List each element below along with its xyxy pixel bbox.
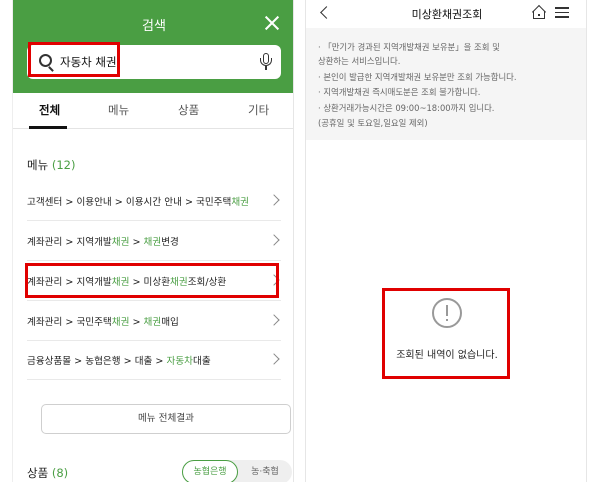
chevron-right-icon bbox=[268, 314, 280, 326]
menu-result-item[interactable]: 금융상품몰 > 농협은행 > 대출 > 자동차대출 bbox=[27, 340, 281, 380]
keyword-highlight: 채권 bbox=[111, 237, 130, 248]
search-header-title: 검색 bbox=[142, 19, 166, 34]
highlight-box-search bbox=[28, 42, 120, 77]
menu-section-label: 메뉴 bbox=[27, 158, 49, 172]
keyword-highlight: 채권 bbox=[231, 197, 249, 208]
menu-path-text: 고객센터 > 이용안내 > 이용시간 안내 > 국민주택 bbox=[27, 197, 232, 208]
toggle-nonghyup-bank[interactable]: 농협은행 bbox=[182, 460, 238, 482]
menu-path-text: 변경 bbox=[161, 237, 179, 248]
menu-all-results-button[interactable]: 메뉴 전체결과 bbox=[41, 404, 291, 434]
menu-path-text: > bbox=[129, 317, 144, 328]
menu-result-item[interactable]: 고객센터 > 이용안내 > 이용시간 안내 > 국민주택채권 bbox=[27, 181, 281, 221]
tab-menu[interactable]: 메뉴 bbox=[108, 102, 129, 118]
highlight-box-menu-item bbox=[25, 263, 279, 298]
menu-section-heading: 메뉴 (12) bbox=[27, 157, 75, 173]
notice-line: · 지역개발채권 즉시매도분은 조회 불가합니다. bbox=[318, 87, 481, 97]
menu-result-text: 계좌관리 > 국민주택채권 > 채권매입 bbox=[27, 314, 179, 328]
keyword-highlight: 채권 bbox=[143, 317, 162, 328]
notice-line: 상환하는 서비스입니다. bbox=[318, 56, 401, 66]
notice-line: (공휴일 및 토요일,일요일 제외) bbox=[318, 118, 428, 128]
menu-result-text: 금융상품몰 > 농협은행 > 대출 > 자동차대출 bbox=[27, 353, 211, 367]
menu-path-text: 대출 bbox=[193, 356, 211, 367]
toggle-nonghyup-local[interactable]: 농·축협 bbox=[240, 460, 290, 482]
menu-result-item[interactable]: 계좌관리 > 지역개발채권 > 채권변경 bbox=[27, 221, 281, 261]
search-tabs: 전체 메뉴 상품 기타 bbox=[13, 93, 293, 129]
notice-line: · 「만기가 경과된 지역개발채권 보유분」을 조회 및 bbox=[318, 42, 500, 52]
keyword-highlight: 채권 bbox=[111, 317, 130, 328]
menu-path-text: 매입 bbox=[161, 317, 179, 328]
active-tab-indicator bbox=[29, 126, 67, 129]
notice-box: · 「만기가 경과된 지역개발채권 보유분」을 조회 및 상환하는 서비스입니다… bbox=[306, 28, 586, 140]
bank-toggle: 농협은행 농·축협 bbox=[182, 460, 292, 482]
menu-path-text: 금융상품몰 > 농협은행 > 대출 > bbox=[27, 356, 167, 367]
product-section-count: (8) bbox=[51, 466, 69, 480]
notice-line: · 본인이 발급한 지역개발채권 보유분만 조회 가능합니다. bbox=[318, 72, 517, 82]
keyword-highlight: 채권 bbox=[143, 237, 162, 248]
menu-result-text: 계좌관리 > 지역개발채권 > 채권변경 bbox=[27, 234, 179, 248]
chevron-right-icon bbox=[268, 234, 280, 246]
close-icon[interactable] bbox=[264, 15, 280, 31]
menu-section-count: (12) bbox=[51, 158, 76, 172]
keyword-highlight: 자동차 bbox=[166, 356, 193, 367]
product-section-heading: 상품 (8) bbox=[27, 465, 68, 481]
product-section-label: 상품 bbox=[27, 466, 49, 480]
menu-result-item[interactable]: 계좌관리 > 국민주택채권 > 채권매입 bbox=[27, 301, 281, 341]
menu-path-text: 계좌관리 > 지역개발 bbox=[27, 237, 112, 248]
menu-path-text: > bbox=[129, 237, 144, 248]
microphone-icon[interactable] bbox=[260, 53, 272, 71]
hamburger-menu-icon[interactable] bbox=[555, 7, 569, 18]
page-header: 미상환채권조회 bbox=[306, 0, 586, 28]
menu-path-text: 계좌관리 > 국민주택 bbox=[27, 317, 112, 328]
chevron-right-icon bbox=[268, 353, 280, 365]
home-icon[interactable] bbox=[531, 4, 547, 20]
tab-products[interactable]: 상품 bbox=[178, 102, 199, 118]
unredeemed-bond-panel: 미상환채권조회 · 「만기가 경과된 지역개발채권 보유분」을 조회 및 상환하… bbox=[305, 0, 587, 482]
highlight-box-empty-result bbox=[382, 288, 510, 379]
tab-etc[interactable]: 기타 bbox=[248, 102, 269, 118]
chevron-right-icon bbox=[268, 194, 280, 206]
menu-result-text: 고객센터 > 이용안내 > 이용시간 안내 > 국민주택채권 bbox=[27, 194, 249, 208]
tab-all[interactable]: 전체 bbox=[39, 102, 60, 118]
notice-line: · 상환거래가능시간은 09:00~18:00까지 입니다. bbox=[318, 103, 495, 113]
